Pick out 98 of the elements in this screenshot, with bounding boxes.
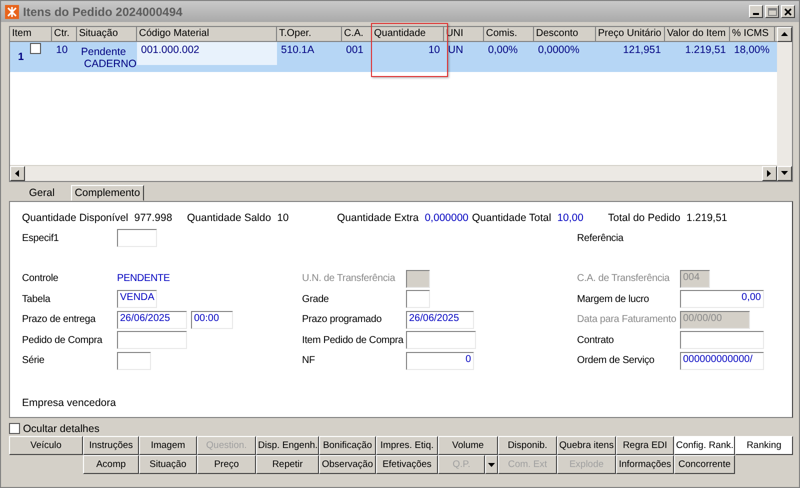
field-label: Especif1 (22, 232, 60, 244)
caret-icon (488, 462, 495, 466)
table-cell: UN (448, 44, 464, 56)
field-label: Ordem de Serviço (577, 355, 656, 366)
row-checkbox[interactable] (30, 43, 41, 54)
field-label: Controle (22, 273, 60, 284)
scroll-up-button[interactable] (777, 27, 792, 42)
action-button[interactable]: Disponib. (498, 436, 557, 455)
action-button[interactable]: Regra EDI (616, 436, 674, 455)
input-field[interactable]: 0,00 (680, 290, 764, 308)
table-row[interactable]: 1 10 Pendente 001.000.002 510.1A 001 10 UN 0,00% 0,0000% 121,951 1.219,51 18,00% CADERNO (10, 42, 777, 72)
down-arrow-icon (781, 171, 788, 176)
minimize-icon (753, 13, 759, 15)
field-label: Pedido de Compra (22, 334, 104, 346)
summary-label: Quantidade Disponível (22, 212, 128, 224)
input-field[interactable] (117, 229, 157, 248)
table-cell: 18,00% (734, 44, 770, 56)
table-cell: 0,0000% (538, 44, 580, 56)
field-label: Grade (302, 294, 330, 305)
field-label: NF (302, 355, 316, 366)
action-button[interactable]: Impres. Etiq. (376, 436, 438, 455)
summary-value: 977.998 (134, 212, 172, 224)
table-cell: 1 (18, 51, 24, 63)
field-label: Data para Faturamento (577, 314, 678, 326)
input-field[interactable]: 00:00 (191, 310, 233, 329)
summary-label: Quantidade Extra (337, 212, 419, 224)
action-button[interactable]: Bonificação (319, 436, 376, 455)
field-label: U.N. de Transferência (302, 273, 396, 284)
input-field[interactable]: 000000000000/ (680, 352, 764, 370)
summary-label: Quantidade Saldo (187, 212, 272, 224)
left-arrow-icon (15, 170, 20, 177)
scroll-down-button[interactable] (777, 166, 792, 181)
action-button[interactable]: Informações (616, 455, 674, 474)
field-label: Série (22, 355, 46, 366)
summary-value: 1.219,51 (686, 212, 728, 224)
field-label: Tabela (22, 294, 52, 305)
input-field[interactable] (406, 290, 430, 308)
table-cell: 0,00% (488, 44, 518, 56)
input-field[interactable]: 0 (406, 352, 474, 370)
checkbox[interactable] (9, 423, 20, 434)
action-button[interactable]: Instruções (83, 436, 139, 455)
input-field[interactable] (680, 331, 764, 350)
field-label: C.A. de Transferência (577, 273, 671, 284)
action-button[interactable]: Veículo (9, 436, 83, 455)
tab[interactable]: Complemento (70, 185, 144, 201)
input-field[interactable] (117, 331, 187, 350)
field-value: PENDENTE (117, 273, 170, 284)
action-button[interactable]: Volume (438, 436, 498, 455)
window-title: Itens do Pedido 2024000494 (23, 4, 184, 18)
table-cell: 001.000.002 (141, 44, 200, 56)
summary-value: 10 (277, 212, 289, 224)
action-button[interactable]: Observação (319, 455, 376, 474)
field-label: Item Pedido de Compra (302, 334, 404, 346)
maximize-icon (768, 8, 776, 16)
app-icon (5, 4, 19, 18)
field-label: Prazo programado (302, 314, 383, 326)
action-button[interactable]: Efetivações (376, 455, 438, 474)
action-button[interactable]: Quebra itens (557, 436, 616, 455)
action-button[interactable]: Disp. Engenh. (256, 436, 319, 455)
scroll-right-button[interactable] (762, 166, 777, 181)
field-label: Empresa vencedora (22, 397, 117, 409)
table-cell: Pendente (81, 46, 126, 58)
summary-label: Total do Pedido (608, 212, 680, 224)
action-button[interactable]: Imagem (139, 436, 197, 455)
minimize-button[interactable] (749, 5, 763, 18)
summary-value: 10,00 (557, 212, 584, 224)
action-button[interactable]: Preço (197, 455, 256, 474)
field-label: Prazo de entrega (22, 314, 97, 326)
item-description: CADERNO (84, 58, 137, 70)
summary-value: 0,000000 (424, 212, 469, 224)
input-field[interactable] (406, 331, 476, 350)
checkbox-label: Ocultar detalhes (23, 422, 100, 434)
input-field[interactable] (117, 352, 151, 370)
table-cell: 10 (428, 44, 440, 56)
action-button[interactable]: Ranking (735, 436, 793, 455)
action-button[interactable]: Repetir (256, 455, 319, 474)
table-cell: 1.219,51 (685, 44, 726, 56)
close-icon (784, 8, 792, 16)
field-label: Contrato (577, 334, 615, 346)
input-field[interactable]: 26/06/2025 (406, 310, 474, 329)
action-button[interactable]: Concorrente (674, 455, 735, 474)
scroll-left-button[interactable] (10, 166, 25, 181)
maximize-button[interactable] (765, 5, 779, 18)
action-button[interactable]: Situação (139, 455, 197, 474)
summary-label: Quantidade Total (472, 212, 552, 224)
right-arrow-icon (767, 170, 772, 177)
field-label: Margem de lucro (577, 294, 650, 305)
table-cell: 510.1A (281, 44, 314, 56)
action-button[interactable]: Acomp (83, 455, 139, 474)
table-cell: 10 (56, 44, 68, 56)
field-label: Referência (577, 232, 624, 244)
input-field[interactable]: VENDA (117, 290, 157, 308)
up-arrow-icon (781, 32, 788, 37)
input-field[interactable]: 26/06/2025 (117, 310, 187, 329)
table-cell: 121,951 (623, 44, 661, 56)
action-button[interactable]: Config. Rank. (674, 436, 735, 455)
table-cell: 001 (346, 44, 364, 56)
close-button[interactable] (781, 5, 795, 18)
